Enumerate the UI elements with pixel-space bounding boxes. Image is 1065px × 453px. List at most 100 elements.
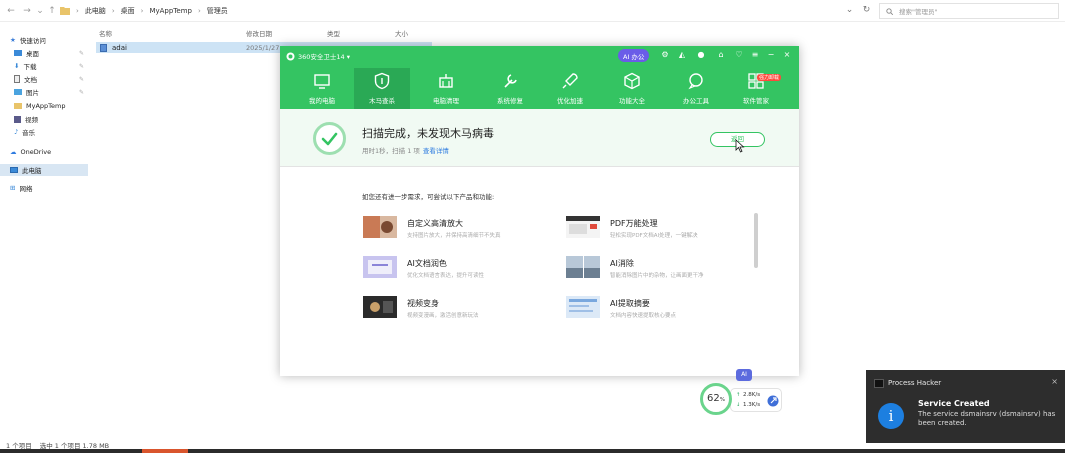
security-app-window: 360安全卫士14 ▾ AI 办公 ⚙ ◭ ● ⌂ ♡ ≡ − × 我的电脑 木… xyxy=(280,46,799,376)
skin-icon[interactable]: ♡ xyxy=(734,50,744,60)
checkmark-icon xyxy=(321,132,338,146)
pin-icon[interactable]: ✎ xyxy=(79,63,84,70)
sidebar-item-music[interactable]: ♪ 音乐 xyxy=(0,126,88,138)
column-header-date[interactable]: 修改日期 xyxy=(246,28,272,38)
tab-office-tools[interactable]: 办公工具 xyxy=(668,68,724,109)
promo-card[interactable]: AI文档润色 优化文档语言表达，提升可读性 xyxy=(363,256,543,282)
pin-icon[interactable]: ✎ xyxy=(79,89,84,96)
ai-office-button[interactable]: AI 办公 xyxy=(618,49,650,62)
ai-chip[interactable]: AI xyxy=(736,369,752,381)
taskbar-strip xyxy=(0,449,1065,453)
gear-icon[interactable]: ⚙ xyxy=(660,50,670,60)
shield-icon xyxy=(374,72,390,90)
video-icon xyxy=(14,115,21,123)
promo-card[interactable]: AI提取摘要 文档内容快速提取核心要点 xyxy=(566,296,746,322)
promo-scrollbar[interactable] xyxy=(754,213,758,268)
pin-icon[interactable]: ✎ xyxy=(79,76,84,83)
network-speed-box[interactable]: ↑ 2.8K/s ↓ 1.3K/s xyxy=(730,388,782,412)
recent-chevron-icon[interactable]: ⌄ xyxy=(35,6,45,16)
shirt-icon[interactable]: ◭ xyxy=(677,50,687,60)
address-bar[interactable]: › 此电脑 › 桌面 › MyAppTemp › 管理员 xyxy=(58,3,828,18)
tab-software-manager[interactable]: 软件管家 强力卸载 xyxy=(728,68,784,109)
sidebar-item-pictures[interactable]: 图片 ✎ xyxy=(0,86,88,98)
breadcrumb-item[interactable]: 桌面 xyxy=(121,6,135,16)
sidebar-item-onedrive[interactable]: ☁ OneDrive xyxy=(0,146,88,158)
column-header-name[interactable]: 名称 xyxy=(99,28,112,38)
dropdown-chevron-icon[interactable]: ⌄ xyxy=(843,4,856,17)
image-upscale-thumbnail xyxy=(363,216,397,238)
music-icon: ♪ xyxy=(14,128,19,136)
sidebar-item-this-pc[interactable]: 此电脑 xyxy=(0,164,88,176)
cloud-icon: ☁ xyxy=(10,148,17,156)
up-arrow-icon[interactable]: ↑ xyxy=(47,6,57,16)
file-icon xyxy=(100,43,107,52)
promo-card[interactable]: 自定义高清放大 支持图片放大，并保持高清细节不失真 xyxy=(363,216,543,242)
breadcrumb-separator: › xyxy=(111,6,115,15)
breadcrumb-item[interactable]: 管理员 xyxy=(207,6,228,16)
sidebar-item-desktop[interactable]: 桌面 ✎ xyxy=(0,47,88,59)
info-icon: i xyxy=(878,403,904,429)
promo-card[interactable]: AI消除 智能消除图片中的杂物，让画面更干净 xyxy=(566,256,746,282)
app-header: 360安全卫士14 ▾ AI 办公 ⚙ ◭ ● ⌂ ♡ ≡ − × 我的电脑 木… xyxy=(280,46,799,109)
scan-result-panel: 扫描完成，未发现木马病毒 用时1秒，扫描 1 项 查看详情 返回 xyxy=(280,109,799,167)
app-logo-icon xyxy=(286,52,295,60)
computer-icon xyxy=(10,167,18,173)
monitor-icon xyxy=(314,74,330,89)
promo-card[interactable]: 视频变身 视频变漫画，激活创意新玩法 xyxy=(363,296,543,322)
tab-system-repair[interactable]: 系统修复 xyxy=(482,68,538,109)
broom-icon xyxy=(439,74,453,88)
pin-icon[interactable]: ✎ xyxy=(79,50,84,57)
network-icon: ⊞ xyxy=(10,184,16,192)
refresh-icon[interactable]: ↻ xyxy=(860,4,873,17)
breadcrumb-item[interactable]: 此电脑 xyxy=(85,6,106,16)
menu-icon[interactable]: ≡ xyxy=(750,50,760,60)
picture-icon xyxy=(14,89,22,95)
avatar-icon[interactable]: ● xyxy=(696,50,706,60)
sidebar-item-downloads[interactable]: ⬇ 下载 ✎ xyxy=(0,60,88,72)
download-arrow-icon: ↓ xyxy=(736,402,741,408)
home-icon[interactable]: ⌂ xyxy=(716,50,726,60)
search-placeholder: 搜索"管理员" xyxy=(899,8,938,16)
search-input[interactable]: 搜索"管理员" xyxy=(879,3,1059,19)
sidebar-item-network[interactable]: ⊞ 网络 xyxy=(0,182,88,194)
sidebar-item-documents[interactable]: 文档 ✎ xyxy=(0,73,88,85)
ai-erase-thumbnail xyxy=(566,256,600,278)
notification-app-name: Process Hacker xyxy=(888,379,942,387)
view-details-link[interactable]: 查看详情 xyxy=(423,145,449,155)
search-icon xyxy=(886,7,893,15)
app-title[interactable]: 360安全卫士14 ▾ xyxy=(286,51,350,61)
doc-polish-thumbnail xyxy=(363,256,397,278)
star-icon: ★ xyxy=(10,36,16,44)
close-icon[interactable]: × xyxy=(1051,377,1058,386)
forward-arrow-icon[interactable]: → xyxy=(22,6,32,16)
wrench-icon xyxy=(504,74,517,88)
explorer-toolbar: ← → ⌄ ↑ › 此电脑 › 桌面 › MyAppTemp › 管理员 ⌄ ↻… xyxy=(0,0,1065,22)
breadcrumb-separator: › xyxy=(140,6,144,15)
notification-title: Service Created xyxy=(918,399,990,408)
breadcrumb-item[interactable]: MyAppTemp xyxy=(149,7,192,15)
selection-info: 选中 1 个项目 1.78 MB xyxy=(39,441,110,450)
item-count: 1 个项目 xyxy=(6,441,32,450)
breadcrumb-separator: › xyxy=(76,6,79,15)
notification-toast[interactable]: Process Hacker × i Service Created The s… xyxy=(866,370,1065,443)
navigation-pane: ★ 快速访问 桌面 ✎ ⬇ 下载 ✎ 文档 ✎ 图片 ✎ MyAppTemp 视频 ♪ 音乐 … xyxy=(0,22,88,440)
tab-speedup[interactable]: 优化加速 xyxy=(542,68,598,109)
column-header-type[interactable]: 类型 xyxy=(327,28,340,38)
promo-card[interactable]: PDF万能处理 轻松实现PDF文档AI处理，一键解决 xyxy=(566,216,746,242)
back-arrow-icon[interactable]: ← xyxy=(6,6,16,16)
tab-my-computer[interactable]: 我的电脑 xyxy=(294,68,350,109)
breadcrumb-separator: › xyxy=(197,6,201,15)
tab-trojan-scan[interactable]: 木马查杀 xyxy=(354,68,410,109)
memory-usage-ring[interactable]: 62% xyxy=(700,383,732,415)
sidebar-item-quick-access[interactable]: ★ 快速访问 xyxy=(0,34,88,46)
minimize-icon[interactable]: − xyxy=(766,50,776,60)
sidebar-item-myapptemp[interactable]: MyAppTemp xyxy=(0,100,88,112)
cube-icon xyxy=(624,72,640,90)
tab-cleanup[interactable]: 电脑清理 xyxy=(418,68,474,109)
tab-all-features[interactable]: 功能大全 xyxy=(604,68,660,109)
sidebar-item-videos[interactable]: 视频 xyxy=(0,113,88,125)
folder-icon xyxy=(14,103,22,109)
column-header-size[interactable]: 大小 xyxy=(395,28,408,38)
taskbar-active-app[interactable] xyxy=(142,449,188,453)
close-icon[interactable]: × xyxy=(782,50,792,60)
